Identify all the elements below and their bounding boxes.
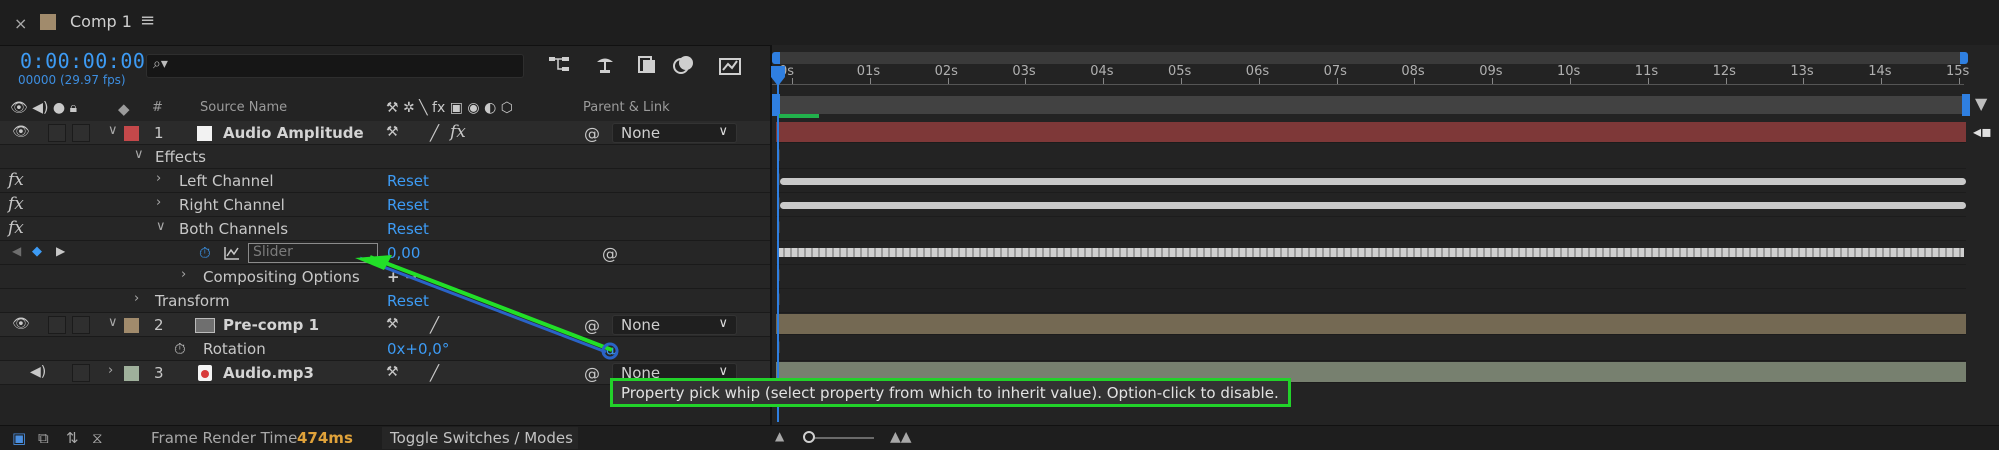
toggle-switches-modes-button[interactable]: Toggle Switches / Modes	[382, 427, 578, 449]
zoom-slider-track[interactable]	[808, 437, 874, 439]
render-time-toggle-icon[interactable]: ⧖	[92, 429, 103, 447]
zoom-slider-thumb[interactable]	[803, 431, 815, 443]
in-out-toggle-icon[interactable]: ⇅	[66, 429, 79, 447]
frame-render-time-value: 474ms	[297, 429, 353, 447]
layer-switches-toggle-icon[interactable]: ▣	[12, 429, 26, 447]
transfer-controls-toggle-icon[interactable]: ⧉	[38, 429, 49, 447]
toggle-switches-modes-label: Toggle Switches / Modes	[390, 429, 573, 447]
tooltip-text: Property pick whip (select property from…	[621, 384, 1279, 402]
bottom-status-bar: ▣ ⧉ ⇅ ⧖ Frame Render Time 474ms Toggle S…	[0, 425, 1999, 450]
tooltip: Property pick whip (select property from…	[610, 378, 1291, 407]
zoom-out-icon[interactable]: ▲	[775, 429, 784, 443]
frame-render-time-label: Frame Render Time	[151, 429, 298, 447]
zoom-in-icon[interactable]: ▲▲	[890, 429, 912, 445]
